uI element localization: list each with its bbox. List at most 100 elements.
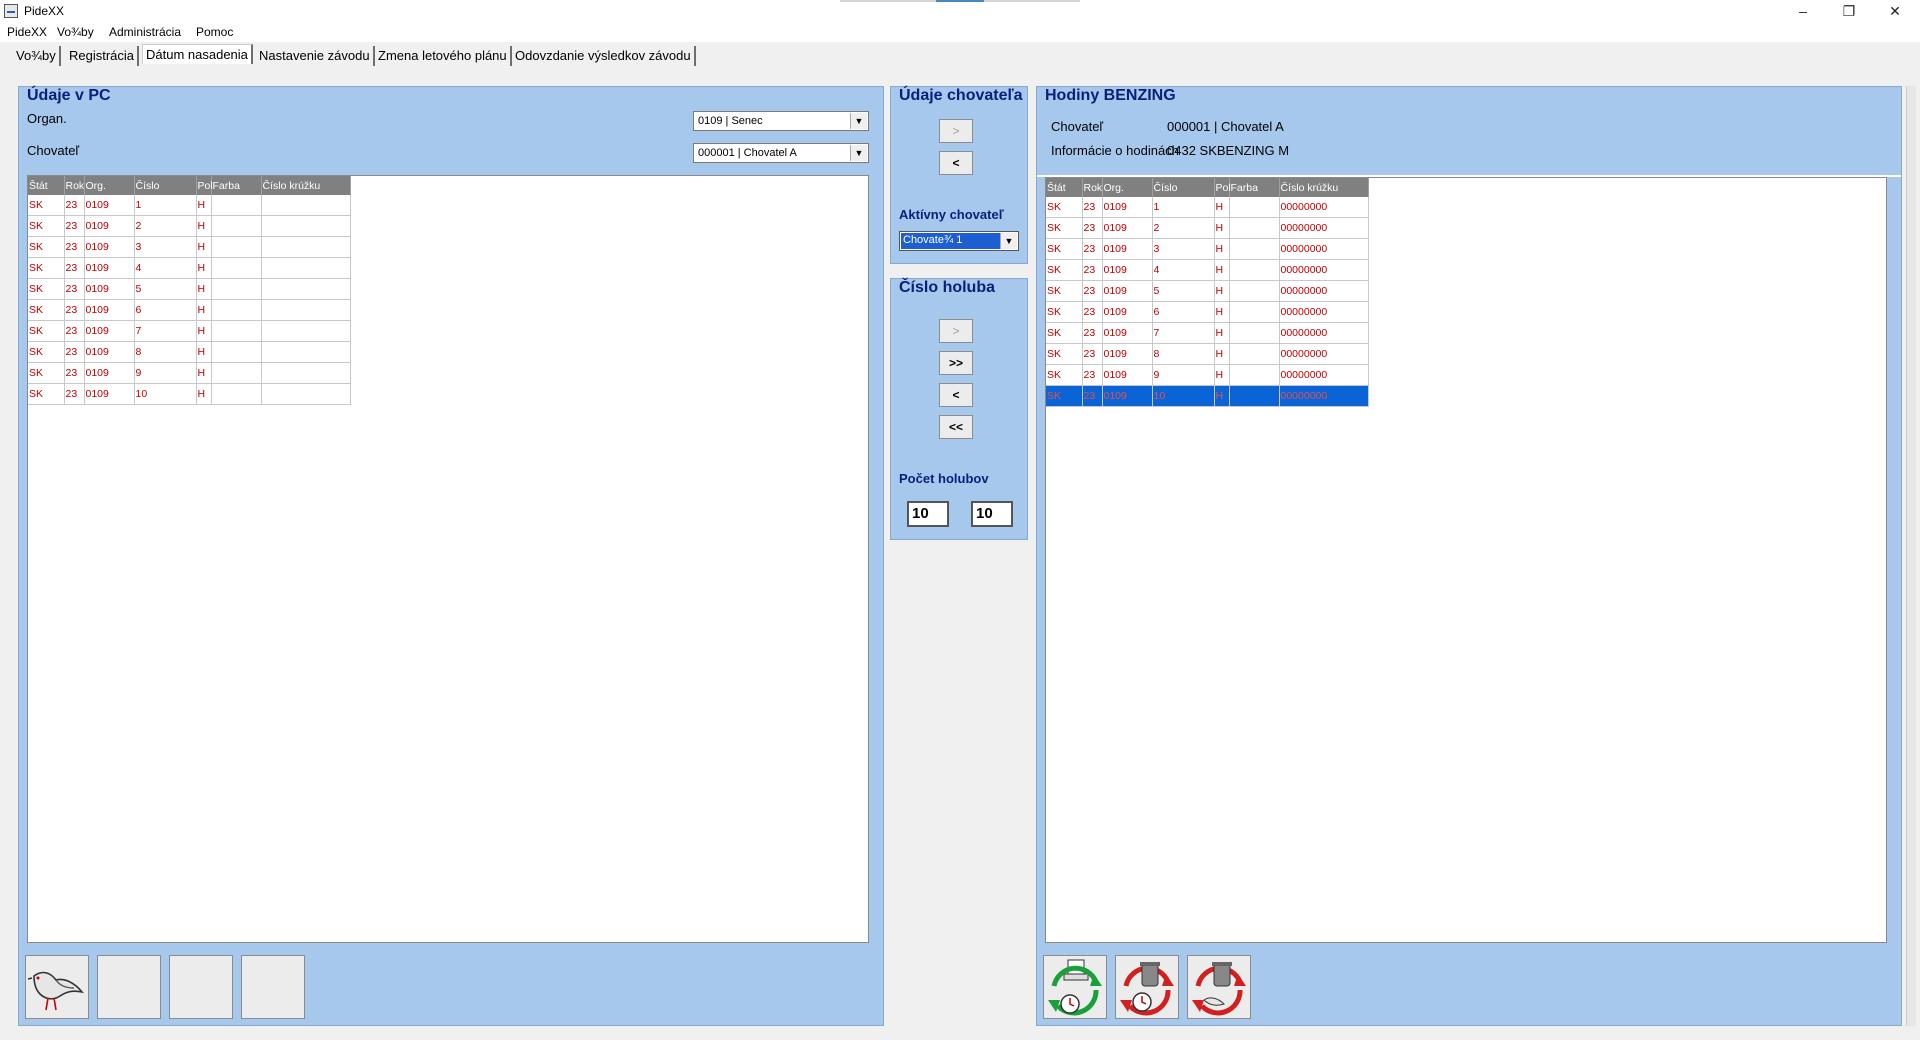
- table-row[interactable]: SK 23 0109 7 H 00000000: [1046, 322, 1369, 344]
- table-cell: H: [196, 362, 212, 384]
- table-cell: 0109: [1102, 238, 1153, 260]
- organ-select[interactable]: 0109 | Senec ▼: [693, 111, 869, 131]
- column-header[interactable]: Číslo krúžku: [261, 176, 351, 195]
- menu-pidexx[interactable]: PideXX: [7, 25, 47, 39]
- column-header[interactable]: Pol: [196, 176, 213, 195]
- table-row[interactable]: SK 23 0109 2 H: [28, 215, 351, 237]
- table-cell: [1229, 197, 1280, 218]
- column-header[interactable]: Štát: [1046, 178, 1083, 197]
- table-row[interactable]: SK 23 0109 10 H 00000000: [1046, 385, 1369, 407]
- column-header[interactable]: Farba: [211, 176, 262, 195]
- clock-breeder-label: Chovateľ: [1051, 119, 1104, 134]
- table-cell: 23: [1082, 385, 1103, 407]
- table-cell: 0109: [1102, 259, 1153, 281]
- column-header[interactable]: Rok: [64, 176, 85, 195]
- menu-pomoc[interactable]: Pomoc: [196, 25, 233, 39]
- restore-button[interactable]: ❐: [1826, 0, 1872, 22]
- pigeon-number-panel: Číslo holuba > >> < << Počet holubov 10 …: [890, 278, 1028, 540]
- column-header[interactable]: Číslo krúžku: [1279, 178, 1369, 197]
- table-cell: 4: [1152, 259, 1215, 281]
- move-breeder-right-button[interactable]: >: [939, 119, 973, 143]
- tab-datum-nasadenia[interactable]: Dátum nasadenia: [142, 44, 253, 64]
- table-cell: 0109: [1102, 197, 1153, 218]
- table-row[interactable]: SK 23 0109 6 H 00000000: [1046, 301, 1369, 323]
- table-row[interactable]: SK 23 0109 8 H 00000000: [1046, 343, 1369, 365]
- table-row[interactable]: SK 23 0109 4 H 00000000: [1046, 259, 1369, 281]
- table-cell: 0109: [84, 320, 135, 342]
- tab-bar: Vo¾by Registrácia Dátum nasadenia Nastav…: [0, 42, 1920, 70]
- column-header[interactable]: Org.: [1102, 178, 1153, 197]
- menu-administracia[interactable]: Administrácia: [109, 25, 181, 39]
- table-cell: H: [1214, 322, 1230, 344]
- column-header[interactable]: Číslo: [134, 176, 197, 195]
- column-header[interactable]: Org.: [84, 176, 135, 195]
- tab-odovzdanie-vysledkov[interactable]: Odovzdanie výsledkov závodu: [512, 46, 696, 66]
- table-cell: 00000000: [1279, 280, 1369, 302]
- pigeon-button[interactable]: [25, 955, 89, 1019]
- table-row[interactable]: SK 23 0109 5 H: [28, 278, 351, 300]
- table-cell: H: [196, 257, 212, 279]
- left-pigeon-table[interactable]: Štát Rok Org. Číslo Pol Farba Číslo krúž…: [28, 176, 351, 405]
- delete-clock-button[interactable]: [1115, 955, 1179, 1019]
- table-cell: 2: [134, 215, 197, 237]
- move-pigeon-right-button[interactable]: >: [939, 319, 973, 343]
- table-cell: 0109: [1102, 343, 1153, 365]
- breeder-select[interactable]: 000001 | Chovatel A ▼: [693, 143, 869, 163]
- tab-zmena-letoveho-planu[interactable]: Zmena letového plánu: [375, 46, 512, 66]
- tab-registracia[interactable]: Registrácia: [66, 46, 140, 66]
- left-grid-area[interactable]: Štát Rok Org. Číslo Pol Farba Číslo krúž…: [27, 175, 869, 943]
- chevron-down-icon[interactable]: ▼: [850, 145, 867, 161]
- table-row[interactable]: SK 23 0109 1 H: [28, 195, 351, 216]
- chevron-down-icon[interactable]: ▼: [1000, 233, 1017, 249]
- move-all-pigeons-left-button[interactable]: <<: [939, 415, 973, 439]
- breeder-data-panel: Údaje chovateľa > < Aktívny chovateľ Cho…: [890, 86, 1028, 264]
- table-row[interactable]: SK 23 0109 3 H 00000000: [1046, 238, 1369, 260]
- move-pigeon-left-button[interactable]: <: [939, 383, 973, 407]
- chevron-down-icon[interactable]: ▼: [850, 113, 867, 129]
- table-cell: 5: [1152, 280, 1215, 302]
- table-row[interactable]: SK 23 0109 6 H: [28, 299, 351, 321]
- table-row[interactable]: SK 23 0109 9 H: [28, 362, 351, 384]
- vertical-scrollbar[interactable]: [1906, 86, 1916, 1026]
- table-row[interactable]: SK 23 0109 10 H: [28, 383, 351, 405]
- table-cell: 6: [1152, 301, 1215, 323]
- table-row[interactable]: SK 23 0109 5 H 00000000: [1046, 280, 1369, 302]
- table-cell: SK: [28, 299, 65, 321]
- close-button[interactable]: ✕: [1872, 0, 1918, 22]
- table-cell: [211, 299, 262, 321]
- table-cell: 5: [134, 278, 197, 300]
- minimize-button[interactable]: –: [1780, 0, 1826, 22]
- table-cell: 00000000: [1279, 343, 1369, 365]
- right-pigeon-table[interactable]: Štát Rok Org. Číslo Pol Farba Číslo krúž…: [1046, 178, 1369, 407]
- table-cell: H: [1214, 343, 1230, 365]
- column-header[interactable]: Rok: [1082, 178, 1103, 197]
- sync-clock-button[interactable]: [1043, 955, 1107, 1019]
- table-cell: 23: [64, 236, 85, 258]
- tab-volby[interactable]: Vo¾by: [13, 46, 61, 66]
- table-cell: 0109: [1102, 385, 1153, 407]
- active-breeder-select[interactable]: Chovate¾ 1 ▼: [899, 231, 1019, 251]
- empty-button-1[interactable]: [97, 955, 161, 1019]
- table-cell: 23: [1082, 343, 1103, 365]
- menu-volby[interactable]: Vo¾by: [57, 25, 94, 39]
- column-header[interactable]: Pol: [1214, 178, 1231, 197]
- column-header[interactable]: Farba: [1229, 178, 1280, 197]
- table-row[interactable]: SK 23 0109 9 H 00000000: [1046, 364, 1369, 386]
- delete-clock-pigeon-button[interactable]: [1187, 955, 1251, 1019]
- move-all-pigeons-right-button[interactable]: >>: [939, 351, 973, 375]
- table-row[interactable]: SK 23 0109 8 H: [28, 341, 351, 363]
- tab-nastavenie-zavodu[interactable]: Nastavenie závodu: [256, 46, 375, 66]
- table-cell: SK: [28, 341, 65, 363]
- column-header[interactable]: Číslo: [1152, 178, 1215, 197]
- table-row[interactable]: SK 23 0109 2 H 00000000: [1046, 217, 1369, 239]
- table-row[interactable]: SK 23 0109 3 H: [28, 236, 351, 258]
- column-header[interactable]: Štát: [28, 176, 65, 195]
- table-cell: [1229, 343, 1280, 365]
- table-row[interactable]: SK 23 0109 4 H: [28, 257, 351, 279]
- table-row[interactable]: SK 23 0109 1 H 00000000: [1046, 197, 1369, 218]
- empty-button-2[interactable]: [169, 955, 233, 1019]
- empty-button-3[interactable]: [241, 955, 305, 1019]
- right-grid-area[interactable]: Štát Rok Org. Číslo Pol Farba Číslo krúž…: [1045, 177, 1887, 943]
- move-breeder-left-button[interactable]: <: [939, 151, 973, 175]
- table-row[interactable]: SK 23 0109 7 H: [28, 320, 351, 342]
